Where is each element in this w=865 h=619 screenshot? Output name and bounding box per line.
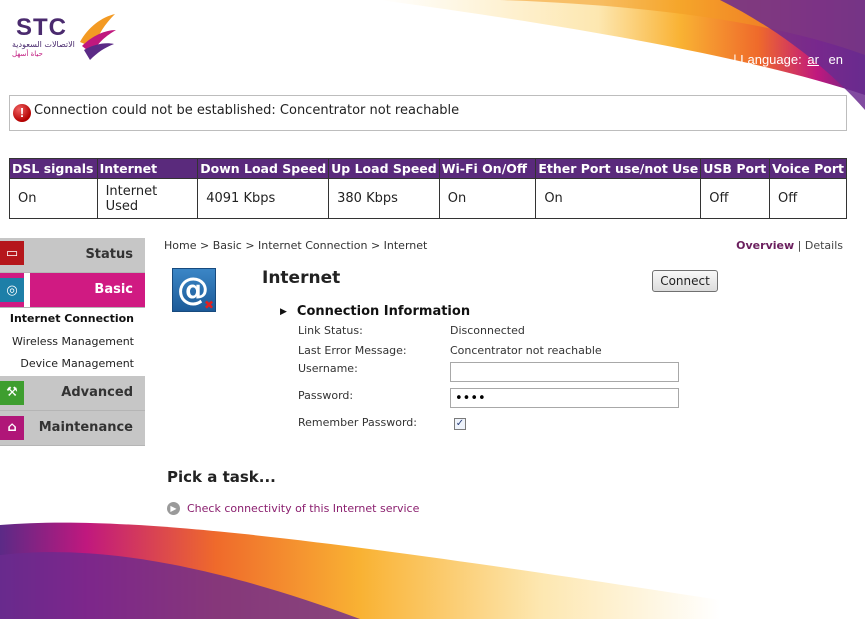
value-download-speed: 4091 Kbps [197, 178, 330, 219]
header-wifi: Wi-Fi On/Off [438, 158, 537, 179]
password-input[interactable] [450, 388, 679, 408]
header-download-speed: Down Load Speed [197, 158, 330, 179]
last-error-value: Concentrator not reachable [450, 344, 602, 357]
language-selector: | Language: ar en [733, 52, 843, 67]
value-upload-speed: 380 Kbps [328, 178, 440, 219]
sidebar-item-label: Basic [94, 282, 133, 297]
remember-password-checkbox[interactable]: ✓ [454, 418, 466, 430]
error-message: Connection could not be established: Con… [34, 103, 460, 118]
value-internet: Internet Used [96, 178, 199, 219]
last-error-label: Last Error Message: [298, 344, 407, 357]
error-icon: ! [13, 104, 31, 122]
footer-swoosh-graphic [0, 522, 720, 619]
status-icon: ▭ [0, 241, 24, 265]
header-ether-port: Ether Port use/not Use [535, 158, 702, 179]
header-voice-port: Voice Port [769, 158, 847, 179]
password-label: Password: [298, 389, 354, 402]
value-voice-port: Off [769, 178, 847, 219]
header-usb-port: USB Port [700, 158, 770, 179]
logo-text: STC [16, 14, 67, 41]
value-usb-port: Off [700, 178, 770, 219]
header-upload-speed: Up Load Speed [328, 158, 440, 179]
username-label: Username: [298, 362, 358, 375]
tools-icon: ⚒ [0, 380, 24, 405]
view-separator: | [797, 239, 802, 252]
sidebar-nav: ▭ Status ◎ Basic Internet Connection Wir… [0, 238, 145, 446]
maintenance-icon: ⌂ [0, 415, 24, 440]
details-link[interactable]: Details [805, 239, 843, 252]
sidebar-item-label: Maintenance [38, 419, 133, 435]
sidebar-item-label: Advanced [61, 384, 133, 400]
language-ar-link[interactable]: ar [807, 52, 819, 67]
globe-icon: ◎ [0, 278, 24, 302]
language-en-link[interactable]: en [829, 52, 843, 67]
link-status-label: Link Status: [298, 324, 363, 337]
sidebar-subitem-internet-connection[interactable]: Internet Connection [0, 308, 145, 331]
value-dsl-signals: On [9, 178, 98, 219]
sidebar-item-label: Status [85, 247, 133, 262]
expand-triangle-icon: ▶ [280, 307, 287, 317]
logo-arabic-slogan: حياة أسهل [12, 50, 43, 58]
header-dsl-signals: DSL signals [9, 158, 98, 179]
overview-link[interactable]: Overview [736, 239, 794, 252]
task-arrow-icon: ▶ [167, 502, 180, 515]
status-header-row: DSL signals Internet Down Load Speed Up … [9, 158, 847, 179]
sidebar-item-status[interactable]: ▭ Status [0, 238, 145, 273]
sidebar-item-advanced[interactable]: ⚒ Advanced [0, 375, 145, 411]
status-value-row: On Internet Used 4091 Kbps 380 Kbps On O… [9, 178, 847, 219]
view-switch: Overview | Details [736, 239, 843, 252]
link-status-value: Disconnected [450, 324, 525, 337]
value-wifi: On [438, 178, 537, 219]
error-alert-box: ! Connection could not be established: C… [9, 95, 847, 131]
value-ether-port: On [535, 178, 702, 219]
sidebar-item-basic[interactable]: ◎ Basic [0, 273, 145, 308]
breadcrumb: Home > Basic > Internet Connection > Int… [164, 239, 428, 252]
page-title: Internet [262, 268, 341, 288]
sidebar-subitem-wireless-management[interactable]: Wireless Management [0, 330, 145, 353]
connect-button[interactable]: Connect [652, 270, 718, 292]
remember-password-label: Remember Password: [298, 416, 417, 429]
logo-arabic-name: الاتصالات السعودية [12, 40, 75, 49]
language-label: Language: [740, 52, 802, 67]
sidebar-subitem-device-management[interactable]: Device Management [0, 353, 145, 376]
disconnected-x-icon: ✖ [203, 298, 214, 312]
pick-task-heading: Pick a task... [167, 468, 276, 486]
check-connectivity-link[interactable]: Check connectivity of this Internet serv… [187, 502, 419, 515]
username-input[interactable] [450, 362, 679, 382]
header-internet: Internet [96, 158, 199, 179]
internet-service-icon: @ ✖ [172, 268, 216, 312]
connection-info-section-title[interactable]: ▶ Connection Information [280, 304, 470, 319]
status-summary-table: DSL signals Internet Down Load Speed Up … [9, 158, 847, 219]
sidebar-item-maintenance[interactable]: ⌂ Maintenance [0, 410, 145, 446]
